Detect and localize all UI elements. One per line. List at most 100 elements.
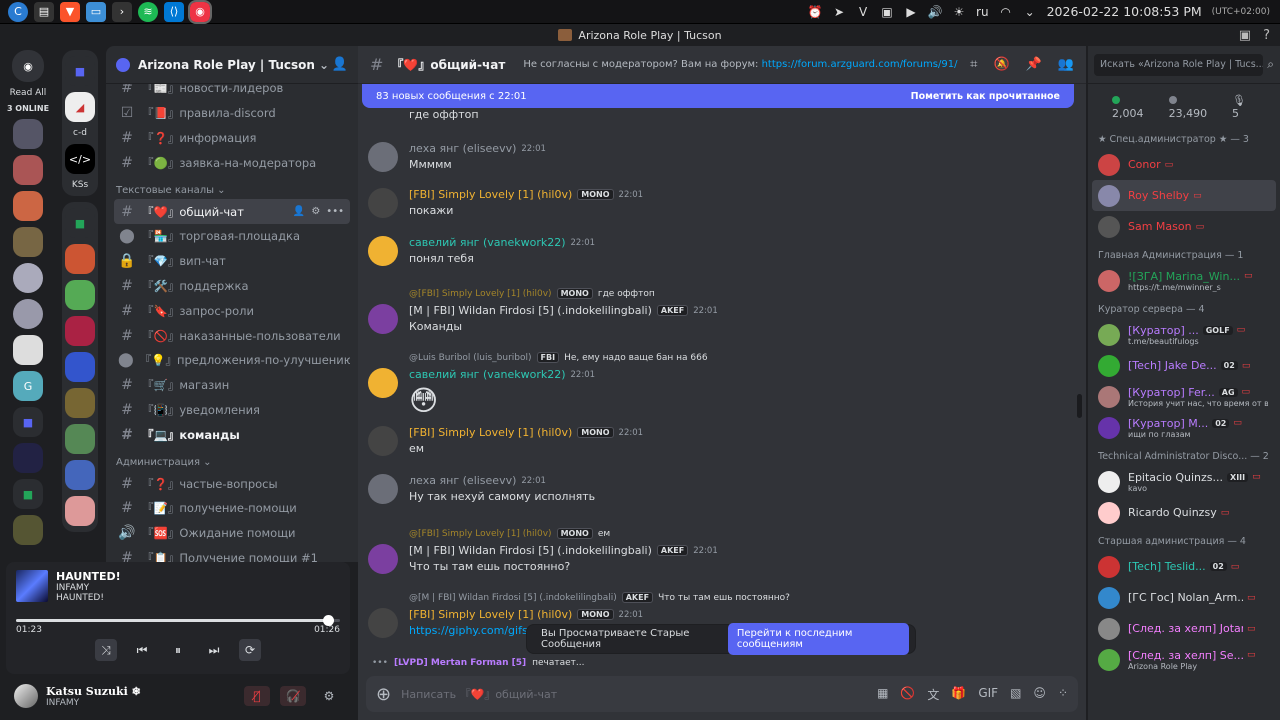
member-item[interactable]: [Tech] Teslid... 02 ▭ — [1088, 551, 1280, 582]
member-name[interactable]: [Tech] Teslid... — [1128, 560, 1206, 573]
member-item[interactable]: Ricardo Quinzsy ▭ — [1088, 497, 1280, 528]
member-item[interactable]: Conor ▭ — [1088, 149, 1280, 180]
category-header[interactable]: Администрация ⌄ — [114, 447, 350, 471]
wifi-icon[interactable]: ◠ — [999, 5, 1013, 19]
member-name[interactable]: Ricardo Quinzsy — [1128, 506, 1217, 519]
message-text[interactable]: где оффтоп — [409, 108, 479, 121]
topic-link[interactable]: https://forum.arzguard.com/forums/91/ — [762, 59, 958, 70]
progress-bar[interactable] — [16, 615, 340, 626]
avatar[interactable] — [1098, 269, 1120, 292]
member-name[interactable]: [Куратор] M... — [1128, 417, 1208, 430]
avatar[interactable] — [14, 684, 38, 708]
keyboard-layout[interactable]: ru — [976, 5, 989, 19]
author-name[interactable]: леха янг (eliseevv) — [409, 474, 516, 487]
server-icon[interactable] — [13, 155, 43, 185]
channel-item[interactable]: # 『📋』Получение помощи #1 — [114, 546, 350, 562]
help-icon[interactable]: ? — [1263, 28, 1270, 43]
invite-icon[interactable]: 👤 — [293, 206, 305, 217]
code-icon[interactable]: </> — [65, 144, 95, 174]
gift-icon[interactable]: 🎁 — [951, 686, 966, 703]
author-name[interactable]: [M | FBI] Wildan Firdosi [5] (.indokelil… — [409, 544, 652, 557]
timestamp[interactable]: 22:01 — [619, 610, 644, 620]
timestamp[interactable]: 22:01 — [571, 370, 596, 380]
member-item[interactable]: [След. за хелп] Jotar... ▭ — [1088, 613, 1280, 644]
scrollbar[interactable] — [1077, 394, 1082, 418]
member-item[interactable]: [Tech] Jake De... 02 ▭ — [1088, 350, 1280, 381]
message-text[interactable]: понял тебя — [409, 252, 474, 265]
member-item[interactable]: ![ЗГА] Marina_Win... ▭ https://t.me/mwinne… — [1088, 265, 1280, 296]
avatar[interactable] — [1098, 215, 1120, 238]
avatar[interactable] — [1098, 501, 1120, 524]
invite-people-icon[interactable]: 👤 — [332, 57, 348, 72]
add-attachment-icon[interactable]: ⊕ — [376, 684, 391, 705]
inbox-icon[interactable]: ▣ — [1239, 28, 1251, 43]
progress-knob[interactable] — [322, 615, 334, 626]
timestamp[interactable]: 22:01 — [521, 476, 546, 486]
server-icon[interactable]: ◢ — [65, 92, 95, 122]
mark-as-read-button[interactable]: Пометить как прочитанное — [911, 91, 1060, 102]
channel-item[interactable]: # 『❤️』общий-чат 👤 ⚙ ••• — [114, 199, 350, 224]
author-name[interactable]: [FBI] Simply Lovely [1] (hil0v) — [409, 608, 572, 621]
notification-muted-icon[interactable]: 🔕 — [993, 57, 1009, 72]
file-manager-icon[interactable]: ▭ — [86, 1, 106, 22]
member-name[interactable]: [Куратор] ... — [1128, 324, 1199, 337]
server-label[interactable]: c-d — [73, 128, 87, 138]
chat-message[interactable]: @[FBI] Simply Lovely [1] (hil0v) MONO ем [M… — [358, 528, 1058, 588]
microphone-muted-icon[interactable]: 🎙̸ — [244, 686, 270, 706]
member-item[interactable]: [След. за хелп] Se... ▭ Arizona Role Play — [1088, 644, 1280, 675]
author-name[interactable]: леха янг (eliseevv) — [409, 142, 516, 155]
new-messages-bar[interactable]: 83 новых сообщения с 22:01 Пометить как … — [362, 84, 1074, 108]
timestamp[interactable]: 22:01 — [619, 428, 644, 438]
channel-item[interactable]: # 『❓』информация — [114, 126, 350, 151]
search-icon[interactable]: ⌕ — [1267, 57, 1274, 72]
search-input[interactable]: Искать «Arizona Role Play | Tucs... — [1094, 53, 1264, 76]
message-text[interactable]: Команды — [409, 320, 462, 333]
server-icon[interactable]: G — [13, 371, 43, 401]
author-name[interactable]: [FBI] Simply Lovely [1] (hil0v) — [409, 188, 572, 201]
os-menu-icon[interactable]: C — [8, 1, 28, 22]
server-icon[interactable] — [13, 299, 43, 329]
calendar-icon[interactable]: ▦ — [877, 686, 888, 703]
category-header[interactable]: Текстовые каналы ⌄ — [114, 175, 350, 199]
repeat-icon[interactable]: ⟳ — [239, 639, 261, 661]
avatar[interactable] — [1098, 617, 1120, 640]
channel-item[interactable]: # 『📰』новости-лидеров — [114, 84, 350, 101]
sticker-icon[interactable]: ▧ — [1010, 686, 1021, 703]
author-name[interactable]: [FBI] Simply Lovely [1] (hil0v) — [409, 426, 572, 439]
avatar[interactable] — [1098, 354, 1120, 377]
new-messages-text[interactable]: 83 новых сообщения с 22:01 — [376, 91, 527, 102]
server-icon[interactable] — [13, 335, 43, 365]
server-icon[interactable] — [65, 424, 95, 454]
avatar[interactable] — [1098, 184, 1120, 207]
read-all-button[interactable]: Read All — [10, 88, 47, 98]
apps-icon[interactable]: ⁘ — [1058, 686, 1068, 703]
chat-message[interactable]: @[FBI] Simply Lovely [1] (hil0v) MONO где … — [358, 288, 1058, 348]
folder-icon[interactable]: ■ — [13, 479, 43, 509]
channel-item[interactable]: # 『📳』уведомления — [114, 398, 350, 423]
avatar[interactable] — [368, 426, 398, 456]
member-item[interactable]: [Куратор] Fer... AG ▭ История учит нас, что… — [1088, 381, 1280, 412]
folder-icon[interactable]: ■ — [65, 56, 95, 86]
reply-author[interactable]: @Luis Buribol (luis_buribol) — [409, 353, 532, 363]
channel-item[interactable]: # 『🔖』запрос-роли — [114, 298, 350, 323]
server-icon[interactable] — [65, 352, 95, 382]
member-name[interactable]: [Tech] Jake De... — [1128, 359, 1217, 372]
server-icon[interactable] — [13, 119, 43, 149]
brightness-icon[interactable]: ☀ — [952, 5, 966, 19]
channel-item[interactable]: # 『🚫』наказанные-пользователи — [114, 323, 350, 348]
channel-item[interactable]: # 『🛠️』поддержка — [114, 274, 350, 299]
reply-reference[interactable]: @Luis Buribol (luis_buribol) FBI Не, ему н… — [409, 352, 708, 363]
server-icon[interactable] — [13, 263, 43, 293]
reply-text[interactable]: Что ты там ешь постоянно? — [658, 593, 790, 603]
server-icon[interactable] — [13, 191, 43, 221]
message-text[interactable]: покажи — [409, 204, 453, 217]
avatar[interactable] — [1098, 470, 1120, 493]
clock[interactable]: 2026-02-22 10:08:53 PM — [1047, 4, 1202, 19]
desktop-icon[interactable]: ▤ — [34, 1, 54, 22]
chevron-down-icon[interactable]: ⌄ — [1023, 5, 1037, 19]
member-name[interactable]: [Куратор] Fer... — [1128, 386, 1215, 399]
chevron-down-icon[interactable]: ⌄ — [319, 58, 329, 72]
pause-icon[interactable]: ⏸ — [167, 639, 189, 661]
reply-author[interactable]: @[FBI] Simply Lovely [1] (hil0v) — [409, 289, 552, 299]
next-icon[interactable]: ⏭ — [203, 639, 225, 661]
